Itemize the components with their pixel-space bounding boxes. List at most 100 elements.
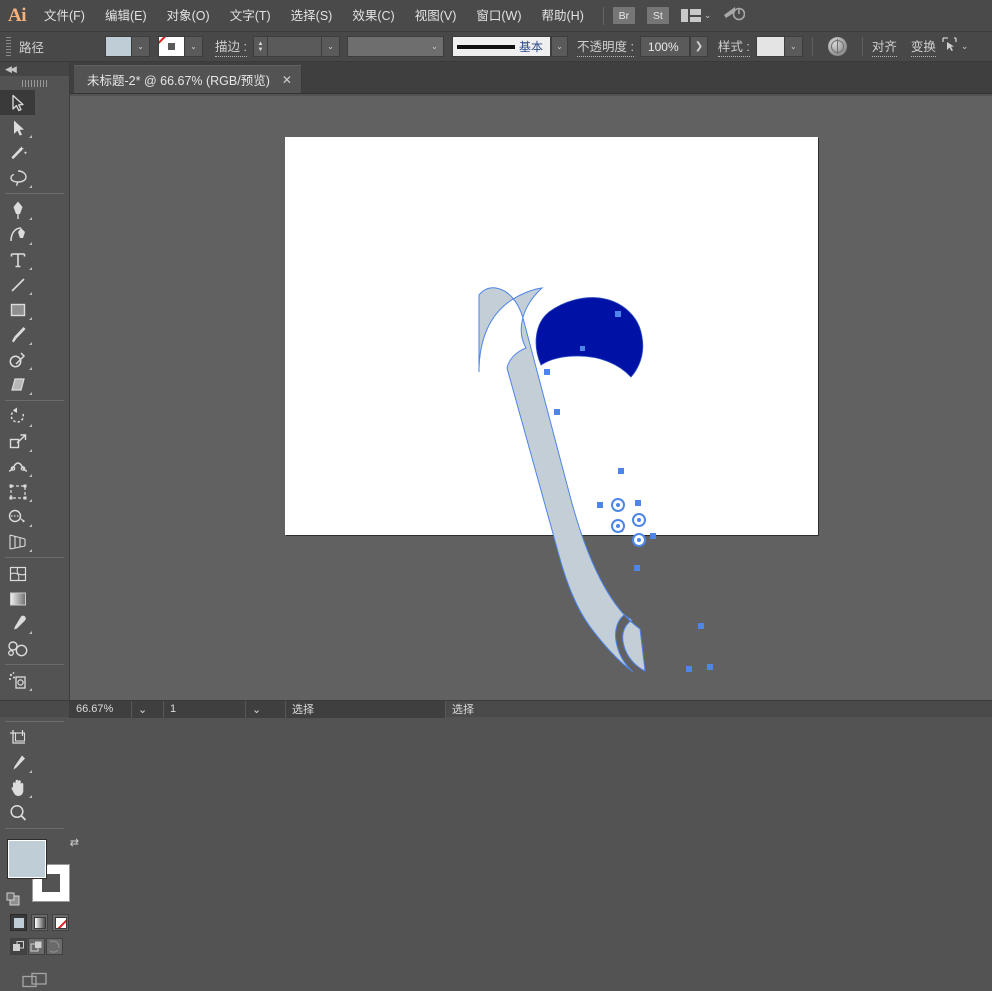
- tool-grid: [0, 90, 69, 832]
- rotate-tool[interactable]: [0, 404, 35, 429]
- select-similar-icon[interactable]: [941, 36, 958, 58]
- opacity-label[interactable]: 不透明度 :: [577, 36, 634, 57]
- pen-tool[interactable]: [0, 197, 35, 222]
- stroke-weight-chevron-down-icon[interactable]: ⌄: [322, 37, 339, 56]
- stroke-weight-stepper[interactable]: ▲▼: [253, 36, 267, 57]
- style-label[interactable]: 样式 :: [718, 36, 750, 57]
- stroke-profile-chevron-down-icon[interactable]: ⌄: [551, 36, 568, 57]
- control-bar-grip[interactable]: [4, 37, 12, 57]
- status-tool-label[interactable]: 选择: [286, 701, 446, 718]
- status-artboard-chevron-down-icon[interactable]: ⌄: [246, 701, 286, 718]
- tools-panel-header[interactable]: ◀◀: [0, 62, 69, 76]
- graphic-style-group[interactable]: ⌄: [756, 36, 803, 57]
- hand-tool[interactable]: [0, 775, 35, 800]
- menu-edit[interactable]: 编辑(E): [95, 0, 157, 32]
- draw-normal-button[interactable]: [10, 938, 27, 955]
- stroke-chevron-down-icon[interactable]: ⌄: [185, 37, 202, 56]
- stroke-weight-label[interactable]: 描边 :: [215, 36, 247, 57]
- zoom-tool[interactable]: [0, 800, 35, 825]
- perspective-grid-tool[interactable]: [0, 529, 35, 554]
- gradient-tool[interactable]: [0, 586, 35, 611]
- document-tab-label: 未标题-2* @ 66.67% (RGB/预览): [87, 70, 270, 89]
- selection-tool[interactable]: [0, 90, 35, 115]
- stroke-weight-value[interactable]: [268, 37, 322, 56]
- tool-divider-2: [5, 400, 64, 401]
- eyedropper-tool[interactable]: [0, 611, 35, 636]
- fill-color-swatch[interactable]: [106, 37, 132, 56]
- blend-tool[interactable]: [0, 636, 35, 661]
- menu-view[interactable]: 视图(V): [405, 0, 467, 32]
- tools-panel-grip[interactable]: [0, 76, 69, 90]
- gradient-button[interactable]: [31, 914, 48, 931]
- menu-help[interactable]: 帮助(H): [532, 0, 594, 32]
- rectangle-tool[interactable]: [0, 297, 35, 322]
- width-tool[interactable]: [0, 454, 35, 479]
- draw-inside-button[interactable]: [46, 938, 63, 955]
- stroke-color-swatch[interactable]: [159, 37, 185, 56]
- handle-widgets[interactable]: [612, 499, 645, 546]
- document-tab-bar: 未标题-2* @ 66.67% (RGB/预览) ✕: [0, 62, 992, 94]
- style-chevron-down-icon[interactable]: ⌄: [785, 37, 802, 56]
- graphic-style-swatch[interactable]: [757, 37, 785, 56]
- fill-swatch-group[interactable]: ⌄: [105, 36, 150, 57]
- opacity-value[interactable]: 100%: [641, 40, 689, 54]
- drawing-mode-buttons: [10, 938, 69, 955]
- paintbrush-tool[interactable]: [0, 322, 35, 347]
- stock-button[interactable]: St: [647, 7, 669, 24]
- fill-indicator-swatch[interactable]: [8, 840, 46, 878]
- scale-tool[interactable]: [0, 429, 35, 454]
- status-zoom-chevron-down-icon[interactable]: ⌄: [132, 701, 164, 718]
- close-icon[interactable]: ✕: [282, 74, 292, 86]
- type-tool[interactable]: [0, 247, 35, 272]
- direct-selection-tool[interactable]: [0, 115, 35, 140]
- none-button[interactable]: [52, 914, 69, 931]
- menu-select[interactable]: 选择(S): [281, 0, 343, 32]
- lasso-tool[interactable]: [0, 165, 35, 190]
- stroke-style-field[interactable]: ⌄: [347, 36, 444, 57]
- navy-crescent-shape[interactable]: [536, 298, 643, 377]
- stroke-swatch-group[interactable]: ⌄: [158, 36, 203, 57]
- shape-builder-tool[interactable]: [0, 504, 35, 529]
- slice-tool[interactable]: [0, 750, 35, 775]
- menu-type[interactable]: 文字(T): [220, 0, 281, 32]
- document-tab[interactable]: 未标题-2* @ 66.67% (RGB/预览) ✕: [74, 65, 302, 93]
- menu-window[interactable]: 窗口(W): [466, 0, 531, 32]
- menu-file[interactable]: 文件(F): [34, 0, 95, 32]
- eraser-tool[interactable]: [0, 372, 35, 397]
- stroke-weight-field[interactable]: ⌄: [267, 36, 340, 57]
- control-bar: 路径 ⌄ ⌄ 描边 : ▲▼ ⌄ ⌄ 基本 ⌄ 不透明度 : 100% ❯ 样式…: [0, 32, 992, 62]
- color-button[interactable]: [10, 914, 27, 931]
- artwork-layer[interactable]: [70, 96, 992, 700]
- arrange-documents-icon[interactable]: [681, 9, 701, 22]
- menu-effect[interactable]: 效果(C): [342, 0, 404, 32]
- default-fill-stroke-icon[interactable]: [6, 892, 20, 906]
- symbol-sprayer-tool[interactable]: [0, 668, 35, 693]
- mesh-tool[interactable]: [0, 561, 35, 586]
- fill-chevron-down-icon[interactable]: ⌄: [132, 37, 149, 56]
- bridge-button[interactable]: Br: [613, 7, 635, 24]
- recolor-artwork-icon[interactable]: [828, 37, 847, 56]
- magic-wand-tool[interactable]: [0, 140, 35, 165]
- status-zoom-field[interactable]: 66.67%: [70, 701, 132, 718]
- chevron-down-icon[interactable]: ⌄: [704, 10, 712, 21]
- curvature-tool[interactable]: [0, 222, 35, 247]
- select-similar-chevron-down-icon[interactable]: ⌄: [961, 41, 969, 52]
- opacity-field[interactable]: 100%: [640, 36, 690, 57]
- swap-fill-stroke-icon[interactable]: ⇄: [70, 836, 79, 849]
- canvas-area[interactable]: [70, 96, 992, 700]
- draw-behind-button[interactable]: [28, 938, 45, 955]
- screen-mode-button[interactable]: [0, 971, 69, 991]
- collapse-panel-icon[interactable]: ◀◀: [5, 64, 15, 75]
- shaper-tool[interactable]: [0, 347, 35, 372]
- align-button[interactable]: 对齐: [872, 36, 897, 57]
- stroke-style-chevron-down-icon[interactable]: ⌄: [426, 37, 443, 56]
- line-segment-tool[interactable]: [0, 272, 35, 297]
- opacity-expand-icon[interactable]: ❯: [690, 36, 708, 57]
- stroke-profile-selector[interactable]: 基本: [452, 36, 551, 57]
- menu-object[interactable]: 对象(O): [157, 0, 220, 32]
- artboard-tool[interactable]: [0, 725, 35, 750]
- transform-button[interactable]: 变换: [911, 36, 936, 57]
- free-transform-tool[interactable]: [0, 479, 35, 504]
- status-artboard-nav[interactable]: 1: [164, 701, 246, 718]
- workspace-switcher-icon[interactable]: [723, 4, 745, 27]
